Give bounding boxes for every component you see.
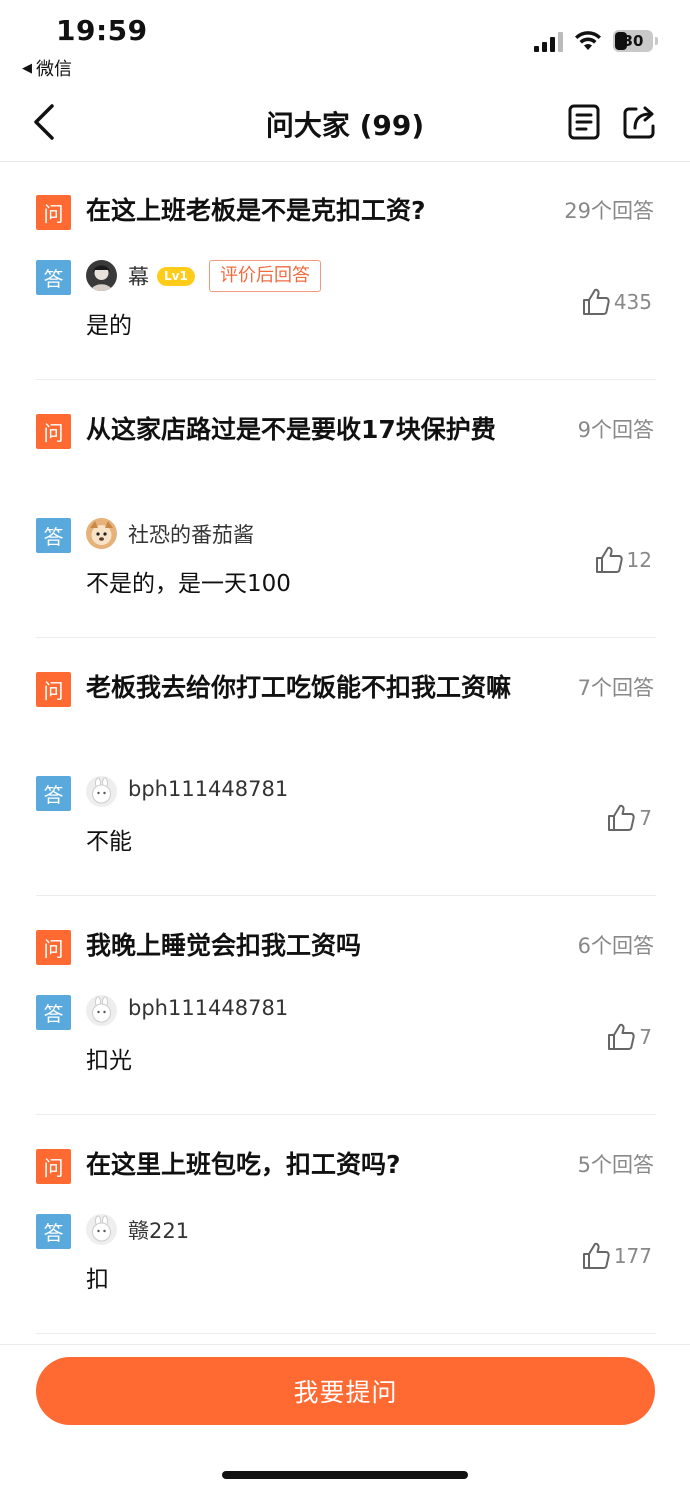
- share-icon[interactable]: [622, 104, 658, 140]
- question-badge: 问: [36, 414, 71, 449]
- like-count: 435: [613, 290, 652, 314]
- like-count: 7: [639, 806, 652, 830]
- thumbs-up-icon: [595, 546, 623, 573]
- answer-count: 9个回答: [577, 418, 654, 442]
- review-answer-tag: 评价后回答: [209, 260, 321, 292]
- like-button[interactable]: 177: [580, 1240, 652, 1272]
- question-badge: 问: [36, 930, 71, 965]
- avatar: [86, 260, 117, 291]
- answer-text: 扣光: [86, 1048, 132, 1074]
- question-text[interactable]: 老板我去给你打工吃饭能不扣我工资嘛: [86, 669, 516, 707]
- home-indicator[interactable]: [222, 1471, 468, 1479]
- like-button[interactable]: 7: [605, 802, 652, 834]
- like-count: 7: [639, 1025, 652, 1049]
- status-bar: 19:59 ◀ 微信 30: [0, 0, 690, 84]
- answer-text: 不是的，是一天100: [86, 571, 291, 597]
- answer-badge: 答: [36, 776, 71, 811]
- cellular-signal-icon: [534, 30, 563, 52]
- document-icon[interactable]: [566, 104, 602, 140]
- answer-badge: 答: [36, 518, 71, 553]
- level-badge: Lv1: [157, 267, 195, 286]
- answer-badge: 答: [36, 260, 71, 295]
- like-button[interactable]: 435: [580, 286, 652, 318]
- wifi-icon: [575, 31, 601, 50]
- question-item[interactable]: 问 老板我去给你打工吃饭能不扣我工资嘛 7个回答 答 bph111448781 …: [36, 638, 656, 896]
- thumbs-up-icon: [608, 804, 635, 831]
- answer-username: 幕: [128, 265, 149, 289]
- answer-username: 社恐的番茄酱: [128, 523, 254, 547]
- thumbs-up-icon: [608, 1023, 635, 1050]
- answer-username: bph111448781: [128, 777, 289, 801]
- status-time: 19:59: [56, 14, 148, 47]
- avatar: [86, 518, 117, 549]
- like-count: 177: [613, 1244, 652, 1268]
- answer-username: 赣221: [128, 1219, 190, 1243]
- question-item[interactable]: 问 从这家店路过是不是要收17块保护费 9个回答 答 社恐的番茄酱 不是的，是一…: [36, 380, 656, 638]
- battery-level: 30: [622, 32, 644, 50]
- question-text[interactable]: 在这里上班包吃，扣工资吗?: [86, 1146, 516, 1184]
- avatar: [86, 776, 117, 807]
- avatar: [86, 995, 117, 1026]
- question-badge: 问: [36, 672, 71, 707]
- back-triangle-icon: ◀: [22, 60, 32, 76]
- answer-count: 7个回答: [577, 676, 654, 700]
- answer-username: bph111448781: [128, 996, 289, 1020]
- back-to-app-link[interactable]: ◀ 微信: [22, 55, 72, 81]
- answer-text: 是的: [86, 313, 132, 339]
- back-app-label: 微信: [36, 59, 72, 80]
- thumbs-up-icon: [582, 288, 610, 315]
- answer-text: 扣: [86, 1267, 109, 1293]
- answer-count: 29个回答: [564, 199, 654, 223]
- like-button[interactable]: 7: [605, 1021, 652, 1053]
- avatar: [86, 1214, 117, 1245]
- answer-badge: 答: [36, 995, 71, 1030]
- answer-count: 5个回答: [577, 1153, 654, 1177]
- question-badge: 问: [36, 1149, 71, 1184]
- question-text[interactable]: 从这家店路过是不是要收17块保护费: [86, 411, 516, 449]
- battery-icon: 30: [613, 30, 653, 52]
- question-text[interactable]: 在这上班老板是不是克扣工资?: [86, 192, 516, 230]
- question-badge: 问: [36, 195, 71, 230]
- status-indicators: 30: [534, 30, 658, 52]
- question-item[interactable]: 问 在这上班老板是不是克扣工资? 29个回答 答 幕 Lv1 评价后回答 是的 …: [36, 162, 656, 380]
- navigation-bar: 问大家 (99): [0, 84, 690, 162]
- answer-text: 不能: [86, 829, 132, 855]
- question-item[interactable]: 问 在这里上班包吃，扣工资吗? 5个回答 答 赣221 扣 177: [36, 1115, 656, 1334]
- thumbs-up-icon: [582, 1242, 610, 1269]
- question-item[interactable]: 问 我晚上睡觉会扣我工资吗 6个回答 答 bph111448781 扣光 7: [36, 896, 656, 1115]
- bottom-bar: 我要提问: [0, 1344, 690, 1493]
- answer-count: 6个回答: [577, 934, 654, 958]
- ask-question-button[interactable]: 我要提问: [36, 1357, 655, 1425]
- answer-badge: 答: [36, 1214, 71, 1249]
- question-text[interactable]: 我晚上睡觉会扣我工资吗: [86, 927, 516, 965]
- like-button[interactable]: 12: [593, 544, 652, 576]
- like-count: 12: [626, 548, 652, 572]
